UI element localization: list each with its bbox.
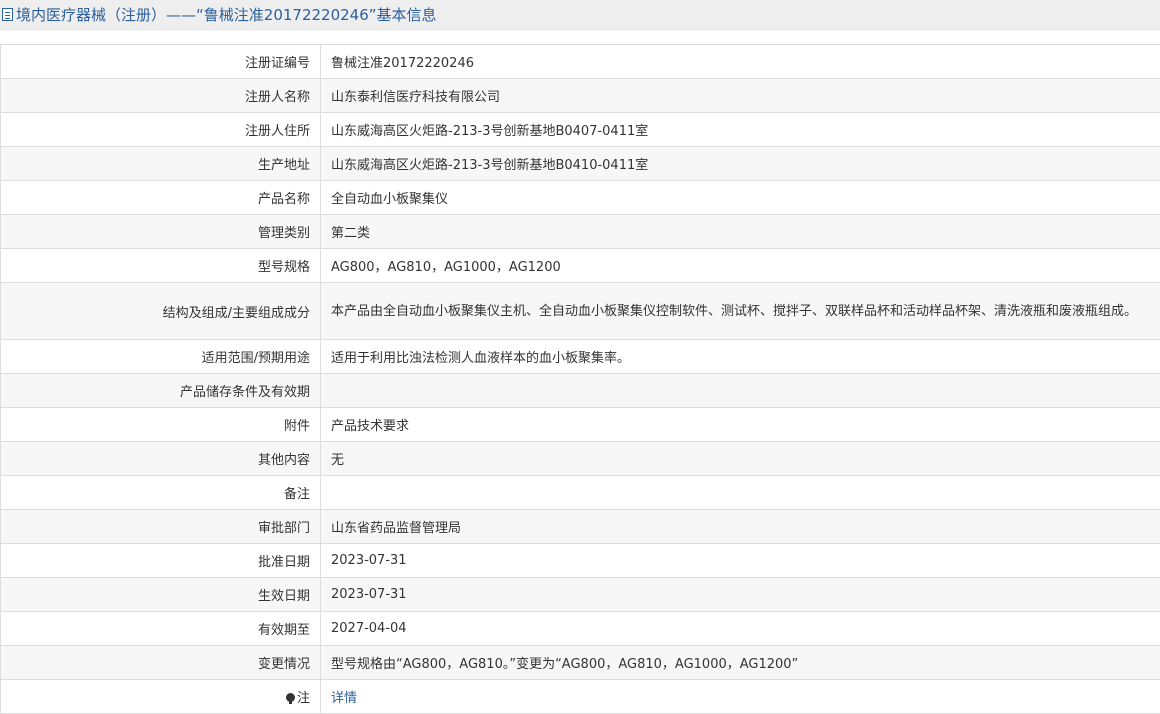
row-label: 生效日期 bbox=[1, 578, 321, 612]
table-row: 批准日期 2023-07-31 bbox=[1, 544, 1160, 578]
row-value: 本产品由全自动血小板聚集仪主机、全自动血小板聚集仪控制软件、测试杯、搅拌子、双联… bbox=[321, 283, 1160, 340]
row-label: 结构及组成/主要组成成分 bbox=[1, 283, 321, 340]
row-value: 2023-07-31 bbox=[321, 544, 1160, 578]
row-label: 注册人住所 bbox=[1, 113, 321, 147]
document-icon bbox=[2, 8, 13, 21]
table-row: 适用范围/预期用途 适用于利用比浊法检测人血液样本的血小板聚集率。 bbox=[1, 340, 1160, 374]
table-row: 生产地址 山东威海高区火炬路-213-3号创新基地B0410-0411室 bbox=[1, 147, 1160, 181]
row-label: 注册证编号 bbox=[1, 45, 321, 79]
row-label: 注册人名称 bbox=[1, 79, 321, 113]
table-row: 结构及组成/主要组成成分 本产品由全自动血小板聚集仪主机、全自动血小板聚集仪控制… bbox=[1, 283, 1160, 340]
row-value: 山东威海高区火炬路-213-3号创新基地B0407-0411室 bbox=[321, 113, 1160, 147]
table-row: 产品名称 全自动血小板聚集仪 bbox=[1, 181, 1160, 215]
table-row: 生效日期 2023-07-31 bbox=[1, 578, 1160, 612]
row-label: 生产地址 bbox=[1, 147, 321, 181]
row-label: 管理类别 bbox=[1, 215, 321, 249]
table-row: 产品储存条件及有效期 bbox=[1, 374, 1160, 408]
row-value: 山东威海高区火炬路-213-3号创新基地B0410-0411室 bbox=[321, 147, 1160, 181]
table-row: 注册人住所 山东威海高区火炬路-213-3号创新基地B0407-0411室 bbox=[1, 113, 1160, 147]
row-value: 全自动血小板聚集仪 bbox=[321, 181, 1160, 215]
table-row: 备注 bbox=[1, 476, 1160, 510]
table-row: 管理类别 第二类 bbox=[1, 215, 1160, 249]
note-label-cell: 注 bbox=[1, 680, 321, 714]
row-label: 批准日期 bbox=[1, 544, 321, 578]
row-value bbox=[321, 476, 1160, 510]
row-label: 变更情况 bbox=[1, 646, 321, 680]
table-row: 有效期至 2027-04-04 bbox=[1, 612, 1160, 646]
row-label: 适用范围/预期用途 bbox=[1, 340, 321, 374]
table-row: 型号规格 AG800，AG810，AG1000，AG1200 bbox=[1, 249, 1160, 283]
row-value: 山东省药品监督管理局 bbox=[321, 510, 1160, 544]
table-row: 附件 产品技术要求 bbox=[1, 408, 1160, 442]
row-value: 产品技术要求 bbox=[321, 408, 1160, 442]
row-label: 有效期至 bbox=[1, 612, 321, 646]
page-title: 境内医疗器械（注册）——“鲁械注准20172220246”基本信息 bbox=[16, 4, 437, 25]
info-table: 注册证编号 鲁械注准20172220246 注册人名称 山东泰利信医疗科技有限公… bbox=[0, 44, 1160, 714]
table-row: 审批部门 山东省药品监督管理局 bbox=[1, 510, 1160, 544]
row-label: 产品名称 bbox=[1, 181, 321, 215]
row-value: 2027-04-04 bbox=[321, 612, 1160, 646]
table-row: 其他内容 无 bbox=[1, 442, 1160, 476]
row-value: 鲁械注准20172220246 bbox=[321, 45, 1160, 79]
table-row: 注册人名称 山东泰利信医疗科技有限公司 bbox=[1, 79, 1160, 113]
row-label: 型号规格 bbox=[1, 249, 321, 283]
row-label: 产品储存条件及有效期 bbox=[1, 374, 321, 408]
table-row-note: 注 详情 bbox=[1, 680, 1160, 714]
row-label: 其他内容 bbox=[1, 442, 321, 476]
row-value: 型号规格由“AG800，AG810。”变更为“AG800，AG810，AG100… bbox=[321, 646, 1160, 680]
row-value: 无 bbox=[321, 442, 1160, 476]
row-value: 山东泰利信医疗科技有限公司 bbox=[321, 79, 1160, 113]
row-value bbox=[321, 374, 1160, 408]
row-value: 第二类 bbox=[321, 215, 1160, 249]
row-value: AG800，AG810，AG1000，AG1200 bbox=[321, 249, 1160, 283]
page-title-bar: 境内医疗器械（注册）——“鲁械注准20172220246”基本信息 bbox=[0, 0, 1160, 30]
row-value: 适用于利用比浊法检测人血液样本的血小板聚集率。 bbox=[321, 340, 1160, 374]
table-row: 变更情况 型号规格由“AG800，AG810。”变更为“AG800，AG810，… bbox=[1, 646, 1160, 680]
details-link[interactable]: 详情 bbox=[331, 691, 357, 706]
row-label: 审批部门 bbox=[1, 510, 321, 544]
bulb-icon bbox=[286, 693, 295, 702]
note-label: 注 bbox=[297, 691, 310, 706]
row-label: 备注 bbox=[1, 476, 321, 510]
row-label: 附件 bbox=[1, 408, 321, 442]
note-value-cell: 详情 bbox=[321, 680, 1160, 714]
row-value: 2023-07-31 bbox=[321, 578, 1160, 612]
table-row: 注册证编号 鲁械注准20172220246 bbox=[1, 45, 1160, 79]
